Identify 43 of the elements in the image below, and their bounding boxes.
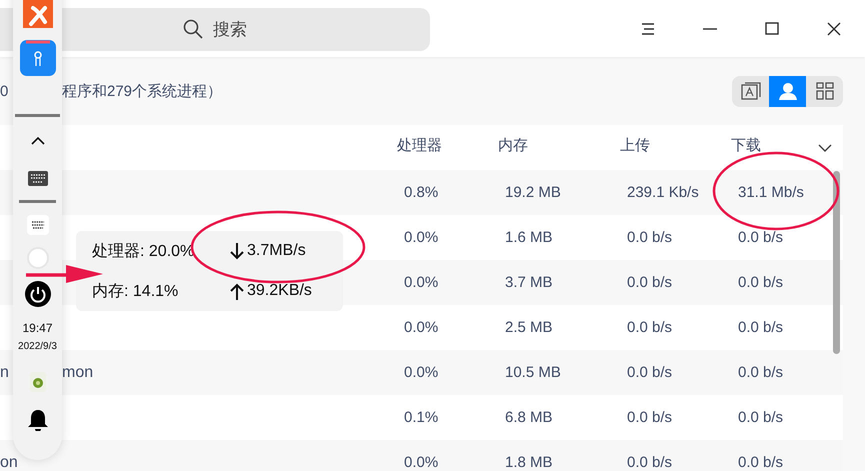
table-cell-text: 0.0% <box>403 319 440 336</box>
table-cell-text: 0.0 b/s <box>737 229 784 246</box>
column-header[interactable]: 内存 <box>498 136 620 155</box>
table-cell-text: 0.0 b/s <box>737 409 784 426</box>
table-cell-text: 0.0 b/s <box>626 274 674 291</box>
process-summary: 程序和279个系统进程） <box>62 82 222 100</box>
table-cell-text: 10.5 MB <box>504 364 562 381</box>
table-cell-text: 0.0 b/s <box>737 454 784 471</box>
process-name: n <box>0 364 9 382</box>
table-cell-text: 0.0 b/s <box>737 274 784 291</box>
clock-date: 2022/9/3 <box>18 341 57 352</box>
upload-speed: 39.2KB/s <box>230 282 343 300</box>
column-header[interactable]: 下载 <box>731 136 811 155</box>
process-name: on <box>0 454 18 471</box>
clock-time: 19:47 <box>22 321 53 335</box>
table-cell-text: 0.0% <box>403 229 440 246</box>
table-cell-text: 0.0% <box>403 454 440 471</box>
table-cell-text: 0.0% <box>403 274 440 291</box>
table-cell-text: 31.1 Mb/s <box>737 184 805 201</box>
table-cell-text: 0.0 b/s <box>626 454 674 471</box>
download-speed: 3.7MB/s <box>230 242 343 260</box>
column-header[interactable]: 上传 <box>620 136 731 155</box>
table-cell-text: 0.0 b/s <box>737 364 784 381</box>
table-cell-text: 0.0 b/s <box>737 319 784 336</box>
table-cell-text: 0.0 b/s <box>626 319 674 336</box>
table-cell-text: 19.2 MB <box>504 184 562 201</box>
memory-usage: 内存: 14.1% <box>92 282 180 302</box>
cpu-usage: 处理器: 20.0% <box>92 242 196 262</box>
process-name: mon <box>62 364 94 382</box>
process-summary: 0 <box>0 82 8 100</box>
table-cell-text: 239.1 Kb/s <box>626 184 700 201</box>
table-cell-text: 0.0% <box>403 364 440 381</box>
table-cell-text: 3.7 MB <box>504 274 554 291</box>
table-cell-text: 1.6 MB <box>504 229 554 246</box>
column-header[interactable]: 处理器 <box>397 136 498 155</box>
table-cell-text: 0.1% <box>403 409 440 426</box>
table-cell-text: 0.0 b/s <box>626 364 674 381</box>
table-cell-text: 6.8 MB <box>504 409 554 426</box>
table-cell-text: 1.8 MB <box>504 454 554 471</box>
table-cell-text: 2.5 MB <box>504 319 554 336</box>
table-cell-text: 0.8% <box>403 184 440 201</box>
table-cell-text: 0.0 b/s <box>626 229 674 246</box>
table-cell-text: 0.0 b/s <box>626 409 674 426</box>
